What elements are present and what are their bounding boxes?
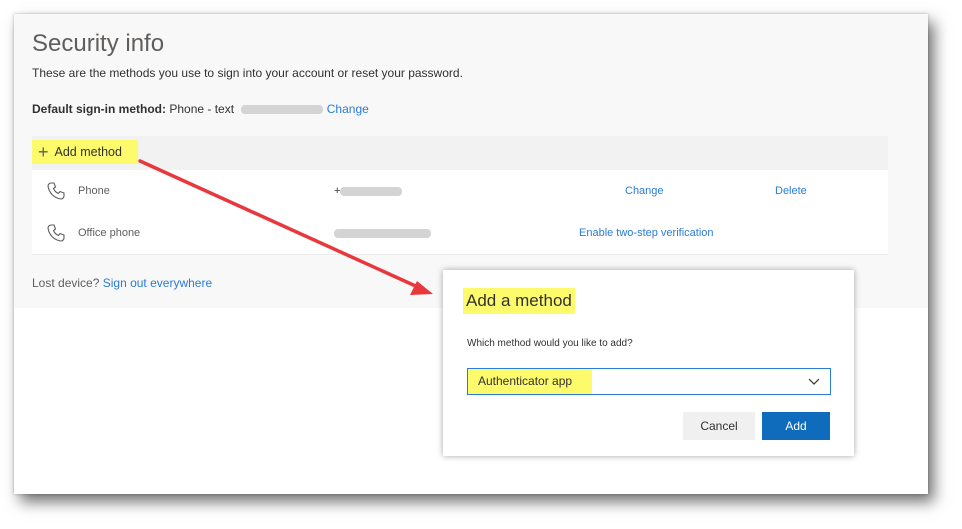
method-value — [334, 227, 431, 239]
security-info-panel: Security info These are the methods you … — [14, 14, 928, 308]
phone-icon — [47, 182, 65, 200]
sign-out-everywhere-link[interactable]: Sign out everywhere — [103, 276, 212, 290]
default-method-label: Default sign-in method: — [32, 102, 166, 116]
cancel-button[interactable]: Cancel — [683, 412, 755, 440]
default-method-value: Phone - text — [169, 102, 235, 116]
lost-device-text: Lost device? — [32, 276, 100, 290]
method-label: Office phone — [78, 227, 141, 239]
method-select[interactable]: Authenticator app — [467, 368, 831, 395]
method-value: + — [334, 185, 403, 197]
add-button[interactable]: Add — [762, 412, 830, 440]
default-change-link[interactable]: Change — [327, 102, 369, 116]
chevron-down-icon — [808, 378, 820, 385]
redacted-number — [241, 105, 324, 115]
dialog-title: Add a method — [463, 288, 575, 314]
delete-link[interactable]: Delete — [775, 185, 807, 197]
lost-device-line: Lost device? Sign out everywhere — [32, 276, 212, 290]
add-method-dialog: Add a method Which method would you like… — [443, 270, 854, 456]
page-title: Security info — [32, 30, 165, 57]
method-label: Phone — [78, 185, 110, 197]
methods-list-header — [32, 136, 888, 170]
dialog-question: Which method would you like to add? — [467, 338, 633, 349]
change-link[interactable]: Change — [625, 185, 664, 197]
method-row-phone: Phone + Change Delete — [32, 170, 888, 213]
plus-icon: + — [38, 142, 49, 162]
method-row-office-phone: Office phone Enable two-step verificatio… — [32, 212, 888, 255]
method-select-value: Authenticator app — [468, 369, 592, 394]
page-subtitle: These are the methods you use to sign in… — [32, 66, 463, 80]
add-method-label: Add method — [54, 145, 122, 159]
enable-two-step-link[interactable]: Enable two-step verification — [579, 227, 714, 239]
add-method-button[interactable]: + Add method — [32, 140, 138, 164]
default-sign-in-method: Default sign-in method: Phone - text Cha… — [32, 102, 369, 116]
phone-icon — [47, 224, 65, 242]
